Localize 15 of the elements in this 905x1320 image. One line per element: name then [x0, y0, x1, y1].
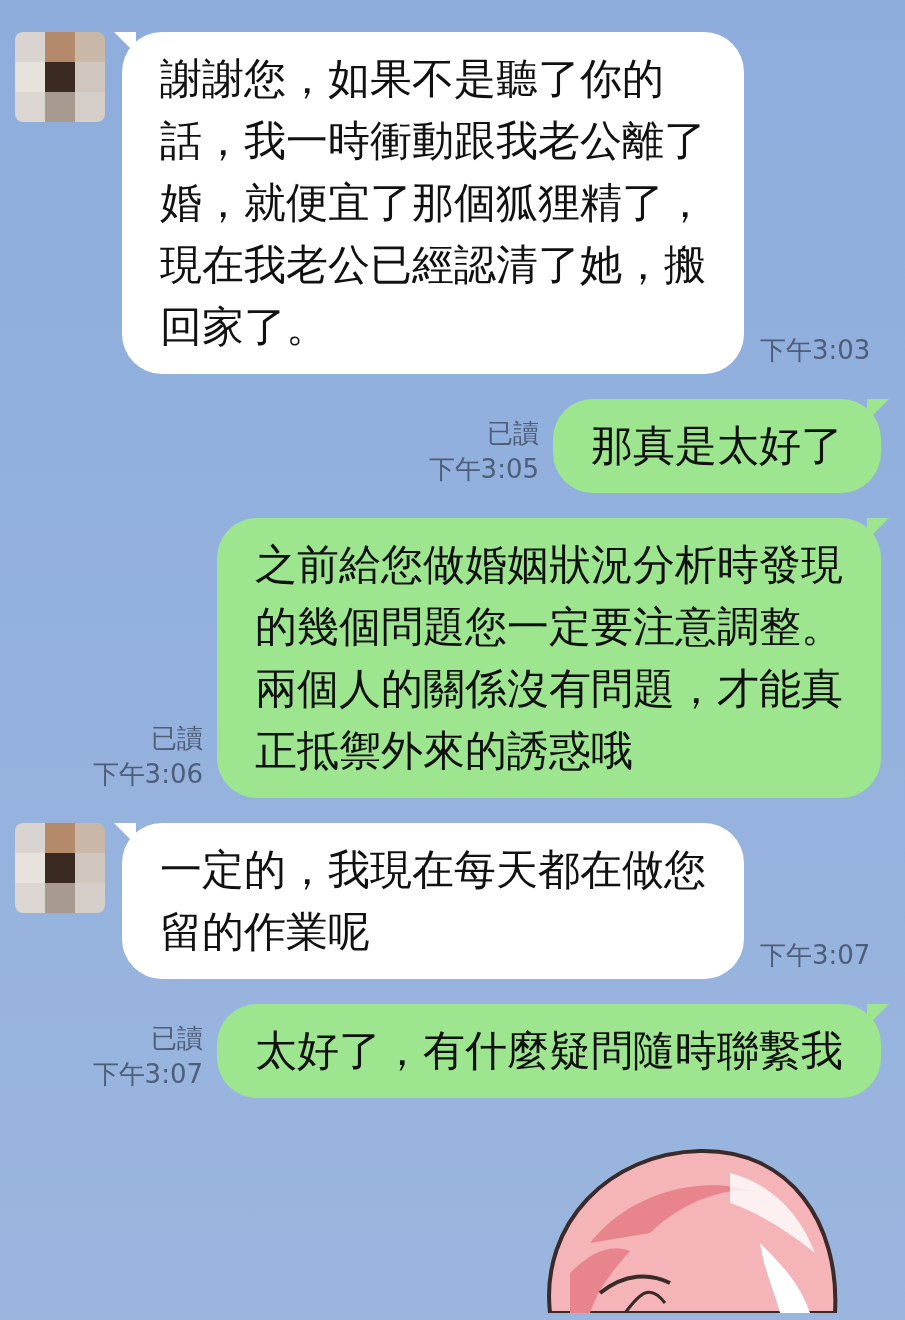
message-time: 下午3:05 [428, 453, 539, 486]
message-time: 下午3:07 [92, 1058, 203, 1091]
message-time: 下午3:03 [760, 334, 871, 367]
message-time: 下午3:06 [92, 758, 203, 791]
read-receipt: 已讀 [487, 417, 539, 450]
message-bubble: 太好了，有什麼疑問隨時聯繫我 [217, 1004, 881, 1098]
avatar[interactable] [15, 823, 105, 913]
avatar[interactable] [15, 32, 105, 122]
message-bubble: 那真是太好了 [553, 399, 881, 493]
read-receipt: 已讀 [151, 722, 203, 755]
read-receipt: 已讀 [151, 1022, 203, 1055]
message-bubble: 之前給您做婚姻狀況分析時發現的幾個問題您一定要注意調整。兩個人的關係沒有問題，才能真正抵禦外來的誘惑哦 [217, 518, 881, 798]
message-time: 下午3:07 [760, 939, 871, 972]
message-bubble: 一定的，我現在每天都在做您留的作業呢 [122, 823, 744, 979]
message-bubble: 謝謝您，如果不是聽了你的話，我一時衝動跟我老公離了婚，就便宜了那個狐狸精了，現在我老公已經認清了她，搬回家了。 [122, 32, 744, 374]
